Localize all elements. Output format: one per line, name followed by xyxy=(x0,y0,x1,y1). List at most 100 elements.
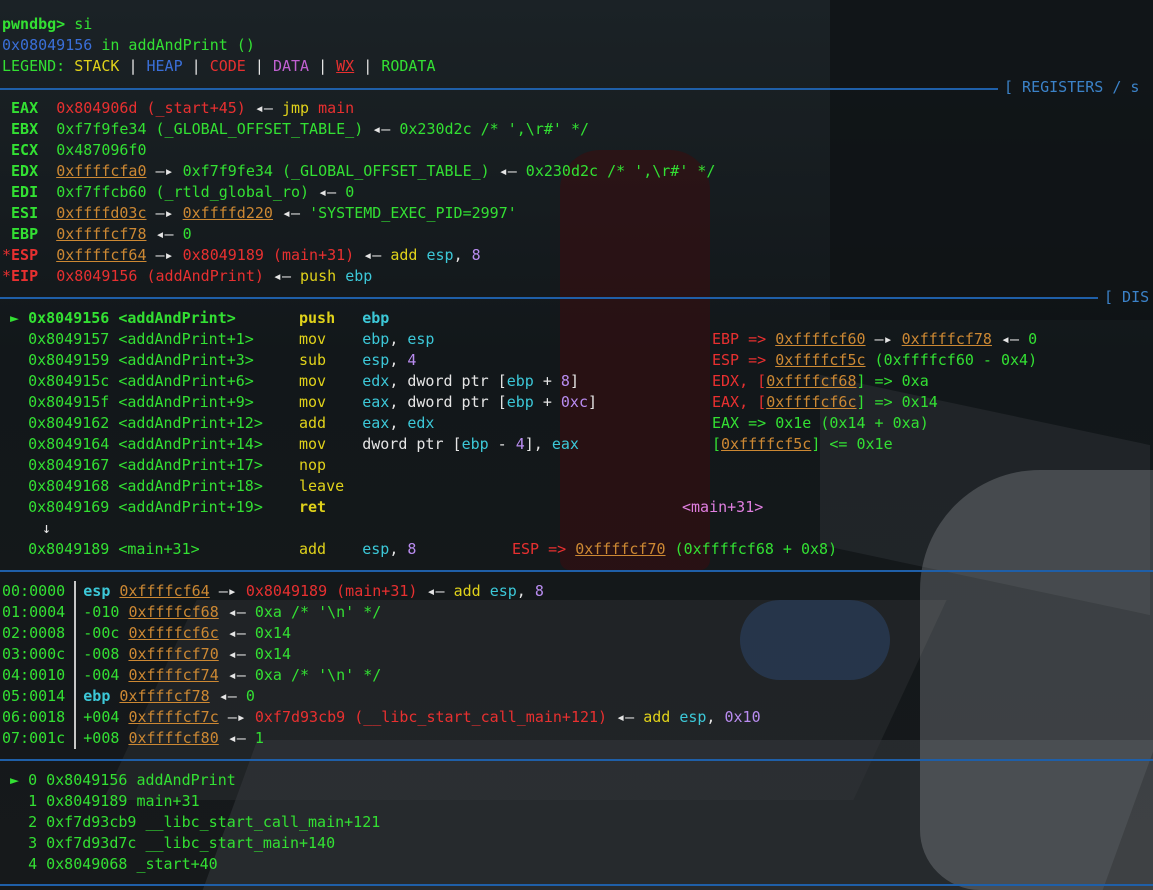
instruction-address: 0x804915c xyxy=(28,372,119,390)
value-segment: main xyxy=(318,99,355,117)
instruction-symbol: <addAndPrint+14> xyxy=(118,435,299,453)
current-instruction-arrow xyxy=(10,351,28,369)
disasm-row: 0x8049189 <main+31> add esp, 8 xyxy=(10,539,416,560)
value-segment: ◂— xyxy=(607,708,644,726)
changed-marker xyxy=(2,183,11,201)
value-segment: 0xffffcf78 xyxy=(901,330,992,348)
current-instruction-arrow xyxy=(10,498,28,516)
register-row: EDX 0xffffcfa0 —▸ 0xf7f9fe34 (_GLOBAL_OF… xyxy=(2,161,715,182)
value-segment: push xyxy=(300,267,337,285)
register-row: ECX 0x487096f0 xyxy=(2,140,147,161)
register-name: EIP xyxy=(11,267,57,285)
stack-row: 05:0014 ebp 0xffffcf78 ◂— 0 xyxy=(2,686,255,707)
value-segment: [ xyxy=(712,435,722,453)
frame-number: 2 xyxy=(28,813,47,831)
value-segment: ESP => xyxy=(712,351,776,369)
value-segment: ebp xyxy=(345,267,373,285)
value-segment: 8 xyxy=(560,372,570,390)
value-segment: ◂— xyxy=(354,246,391,264)
register-name: EBX xyxy=(11,120,57,138)
value-segment: <main+31> xyxy=(682,498,764,516)
value-segment: 0xf7d93cb9 (__libc_start_call_main+121) xyxy=(254,708,608,726)
current-frame-arrow xyxy=(10,834,28,852)
instruction-address: 0x8049168 xyxy=(28,477,119,495)
changed-marker: * xyxy=(2,246,12,264)
stack-offset: ebp xyxy=(83,687,111,705)
instruction-symbol: <addAndPrint+1> xyxy=(118,330,299,348)
value-segment: ◂— xyxy=(218,729,255,747)
instruction-mnemonic: ret xyxy=(299,498,363,516)
stack-index: 04:0010 xyxy=(2,666,66,684)
instruction-mnemonic: nop xyxy=(299,456,363,474)
value-segment: add xyxy=(643,708,671,726)
value-segment: 0xffffd03c xyxy=(56,204,147,222)
bottom-separator xyxy=(0,884,1153,886)
instruction-annotation: EBP => 0xffffcf60 —▸ 0xffffcf78 ◂— 0 xyxy=(712,329,1037,350)
value-segment: —▸ xyxy=(865,330,902,348)
stack-offset: -008 xyxy=(83,645,120,663)
backtrace-frame: 3 0xf7d93d7c __libc_start_main+140 xyxy=(10,833,335,854)
frame-address: 0x8049068 xyxy=(46,855,137,873)
instruction-symbol: <addAndPrint+19> xyxy=(118,498,299,516)
stack-address: 0xffffcf64 xyxy=(119,582,210,600)
value-segment: esp xyxy=(362,540,390,558)
stack-row: 07:001c +008 0xffffcf80 ◂— 1 xyxy=(2,728,264,749)
value-segment: (0xffffcf60 - 0x4) xyxy=(865,351,1038,369)
value-segment: dword ptr [ xyxy=(362,435,462,453)
value-segment: ebp xyxy=(506,372,534,390)
value-segment: 0xffffcf5c xyxy=(721,435,812,453)
value-segment: ◂— xyxy=(363,120,400,138)
value-segment: esp xyxy=(407,330,435,348)
instruction-annotation: EAX => 0x1e (0x14 + 0xa) xyxy=(712,413,929,434)
frame-address: 0x8049156 xyxy=(46,771,137,789)
disasm-row: 0x8049159 <addAndPrint+3> sub esp, 4 xyxy=(10,350,416,371)
register-row: EDI 0xf7ffcb60 (_rtld_global_ro) ◂— 0 xyxy=(2,182,354,203)
register-row: *EIP 0x8049156 (addAndPrint) ◂— push ebp xyxy=(2,266,372,287)
stack-address: 0xffffcf6c xyxy=(128,624,219,642)
register-name: EDX xyxy=(11,162,57,180)
value-segment: 0x487096f0 xyxy=(56,141,147,159)
value-segment: 0x14 xyxy=(254,624,291,642)
value-segment: ebp xyxy=(362,309,390,327)
instruction-address: 0x8049162 xyxy=(28,414,119,432)
stack-offset: -00c xyxy=(83,624,120,642)
instruction-address: 0x8049157 xyxy=(28,330,119,348)
value-segment: add xyxy=(390,246,418,264)
stack-index: 05:0014 xyxy=(2,687,66,705)
value-segment: ◂— xyxy=(218,603,255,621)
value-segment xyxy=(670,708,679,726)
value-segment: edx xyxy=(407,414,435,432)
value-segment: 0x804906d (_start+45) xyxy=(56,99,246,117)
value-segment: + xyxy=(533,372,561,390)
stack-address: 0xffffcf80 xyxy=(128,729,219,747)
value-segment: 0 xyxy=(182,225,192,243)
value-segment: ebp xyxy=(506,393,534,411)
stack-address: 0xffffcf7c xyxy=(128,708,219,726)
value-segment: 0x230d2c /* ',\r#' */ xyxy=(399,120,590,138)
disasm-row: 0x8049164 <addAndPrint+14> mov dword ptr… xyxy=(10,434,579,455)
instruction-symbol: <main+31> xyxy=(118,540,299,558)
instruction-address: 0x8049156 xyxy=(28,309,119,327)
instruction-symbol: <addAndPrint+6> xyxy=(118,372,299,390)
operands: esp, 4 xyxy=(362,351,416,369)
value-segment: ◂— xyxy=(417,582,454,600)
disasm-row: 0x8049167 <addAndPrint+17> nop xyxy=(10,455,362,476)
legend-line: LEGEND: STACK | HEAP | CODE | DATA | WX … xyxy=(2,57,436,75)
instruction-mnemonic: mov xyxy=(299,435,363,453)
backtrace-frame: 2 0xf7d93cb9 __libc_start_call_main+121 xyxy=(10,812,380,833)
value-segment: , dword ptr [ xyxy=(389,372,507,390)
instruction-mnemonic: sub xyxy=(299,351,363,369)
value-segment: 0xf7ffcb60 (_rtld_global_ro) xyxy=(56,183,310,201)
terminal[interactable]: pwndbg> si 0x08049156 in addAndPrint () … xyxy=(0,0,1153,890)
stack-row: 02:0008 -00c 0xffffcf6c ◂— 0x14 xyxy=(2,623,291,644)
value-segment: ◂— xyxy=(263,267,301,285)
register-name: ECX xyxy=(11,141,57,159)
register-name: ESI xyxy=(11,204,57,222)
disasm-header: [ DIS xyxy=(1104,288,1150,306)
instruction-mnemonic: push xyxy=(299,309,363,327)
frame-address: 0x8049189 xyxy=(46,792,137,810)
